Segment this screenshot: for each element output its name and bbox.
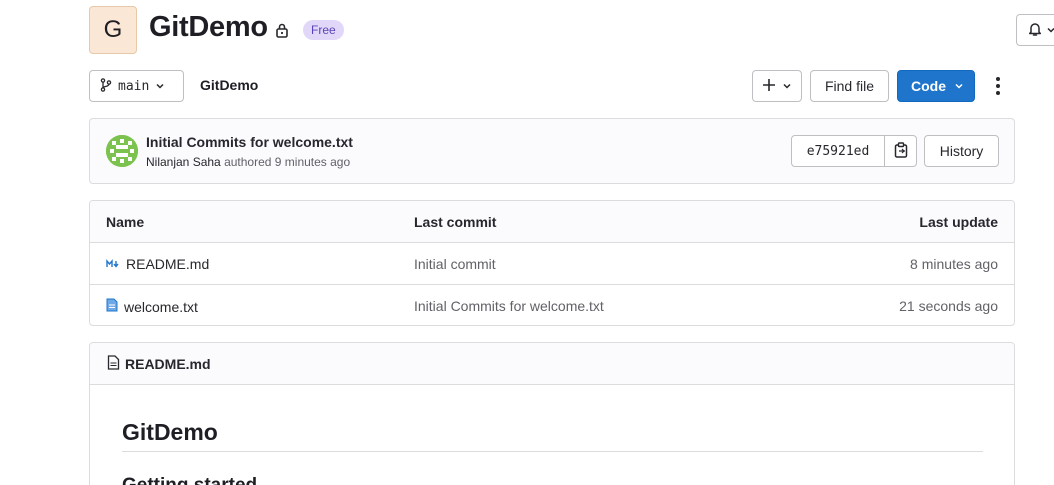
project-avatar[interactable]: G	[89, 6, 137, 54]
header-last-commit: Last commit	[414, 214, 497, 230]
add-dropdown-button[interactable]	[752, 70, 802, 102]
file-table: Name Last commit Last update README.md I…	[89, 200, 1015, 326]
commit-time: authored 9 minutes ago	[224, 155, 351, 169]
file-last-update: 8 minutes ago	[910, 256, 998, 272]
history-button[interactable]: History	[924, 135, 999, 167]
branch-selector[interactable]: main	[89, 70, 184, 102]
readme-file-label[interactable]: README.md	[125, 356, 211, 372]
plan-badge: Free	[303, 20, 344, 40]
readme-subheading: Getting started	[122, 475, 257, 485]
lock-icon	[275, 22, 289, 38]
readme-panel: README.md GitDemo Getting started	[89, 342, 1015, 485]
divider	[122, 451, 983, 452]
commit-title[interactable]: Initial Commits for welcome.txt	[146, 134, 353, 150]
clipboard-icon	[894, 141, 908, 161]
file-last-commit[interactable]: Initial commit	[414, 256, 496, 272]
breadcrumb[interactable]: GitDemo	[200, 77, 258, 93]
chevron-down-icon	[782, 78, 792, 94]
plus-icon	[762, 78, 776, 95]
markdown-icon	[106, 256, 120, 272]
file-last-update: 21 seconds ago	[899, 298, 998, 314]
file-text-icon	[106, 298, 118, 315]
file-name-cell[interactable]: README.md	[106, 256, 209, 272]
more-actions-icon[interactable]	[991, 74, 1005, 98]
commit-author[interactable]: Nilanjan Saha	[146, 155, 221, 169]
chevron-down-icon	[1046, 22, 1054, 38]
branch-icon	[100, 77, 112, 95]
header-name: Name	[106, 214, 145, 230]
notifications-button[interactable]	[1016, 14, 1054, 46]
copy-sha-button[interactable]	[885, 136, 916, 166]
branch-name: main	[118, 78, 150, 94]
commit-sha[interactable]: e75921ed	[792, 136, 885, 166]
chevron-down-icon	[954, 78, 964, 94]
project-avatar-letter: G	[103, 16, 123, 43]
bell-icon	[1027, 21, 1043, 40]
avatar[interactable]	[106, 135, 138, 167]
code-button-label: Code	[911, 78, 946, 94]
project-title[interactable]: GitDemo	[149, 11, 268, 44]
file-icon	[107, 354, 120, 373]
file-name[interactable]: README.md	[126, 256, 209, 272]
readme-header: README.md	[90, 343, 1014, 385]
file-name[interactable]: welcome.txt	[124, 299, 198, 315]
file-name-cell[interactable]: welcome.txt	[106, 298, 198, 315]
last-commit-panel: Initial Commits for welcome.txt Nilanjan…	[89, 118, 1015, 184]
chevron-down-icon	[155, 78, 165, 94]
table-row[interactable]: welcome.txt Initial Commits for welcome.…	[90, 285, 1014, 325]
header-last-update: Last update	[919, 214, 998, 230]
readme-heading: GitDemo	[122, 419, 218, 445]
table-header: Name Last commit Last update	[90, 201, 1014, 243]
commit-sha-group: e75921ed	[791, 135, 917, 167]
table-row[interactable]: README.md Initial commit 8 minutes ago	[90, 243, 1014, 285]
find-file-button[interactable]: Find file	[810, 70, 889, 102]
file-last-commit[interactable]: Initial Commits for welcome.txt	[414, 298, 604, 314]
code-dropdown-button[interactable]: Code	[897, 70, 975, 102]
commit-meta: Nilanjan Saha authored 9 minutes ago	[146, 155, 350, 169]
